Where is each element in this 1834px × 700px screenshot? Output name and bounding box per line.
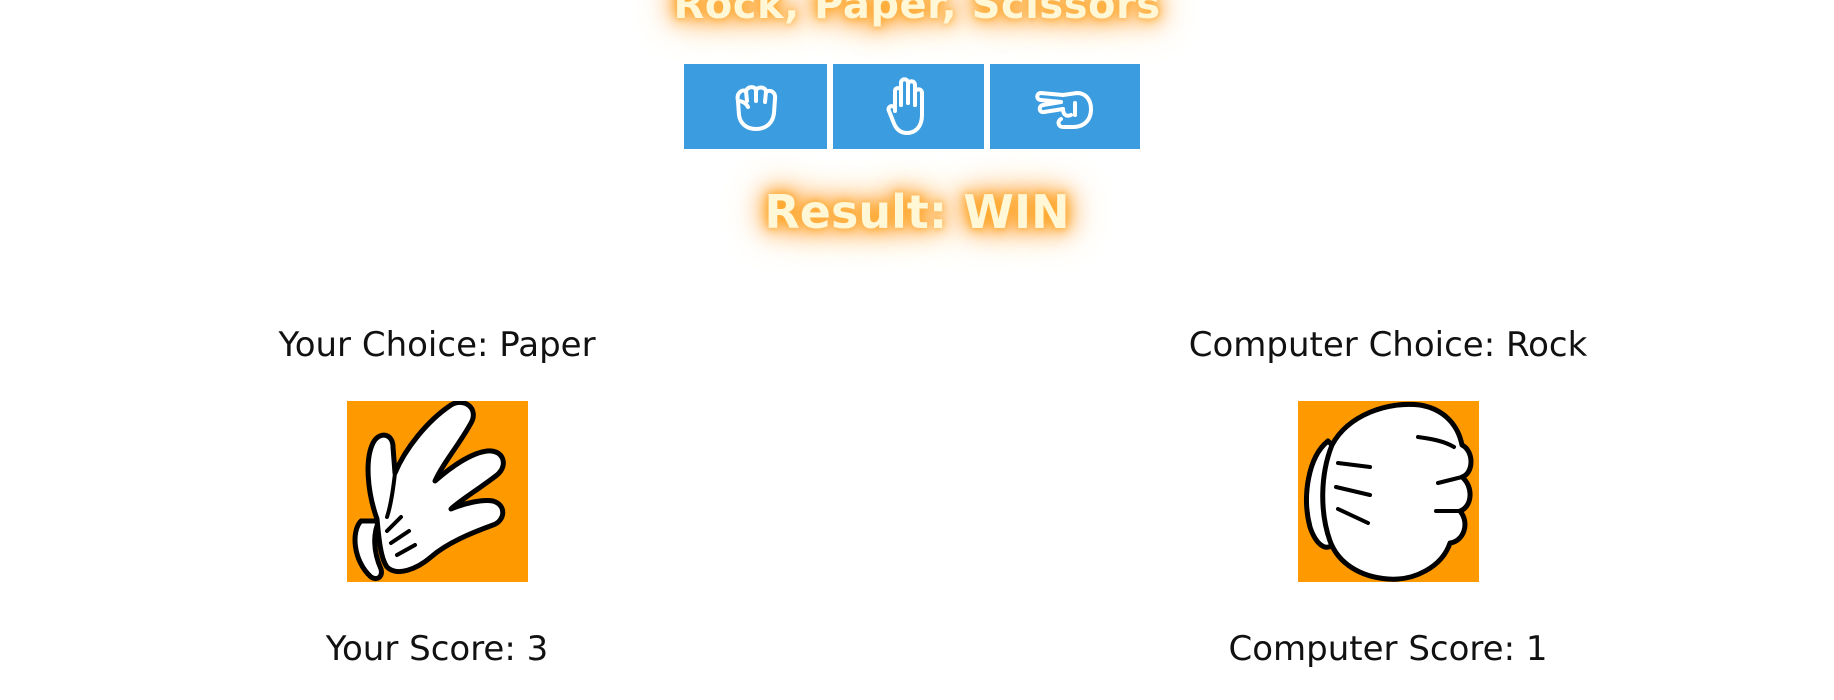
scissors-button[interactable]	[990, 64, 1140, 149]
scissors-hand-icon	[1035, 90, 1093, 129]
paper-hand-icon	[352, 401, 506, 582]
computer-score: Computer Score: 1	[1228, 629, 1548, 669]
player-panel: Your Choice: Paper Your Score: 3	[137, 320, 737, 674]
choice-button-bar	[684, 64, 1140, 149]
computer-choice-label: Computer Choice: Rock	[1188, 325, 1588, 365]
computer-hand-image	[1297, 401, 1479, 582]
paper-button[interactable]	[833, 64, 984, 149]
rock-button[interactable]	[684, 64, 827, 149]
player-choice-label: Your Choice: Paper	[278, 325, 596, 365]
result-text: Result: WIN	[764, 185, 1070, 239]
player-score: Your Score: 3	[325, 629, 549, 669]
page-title: Rock, Paper, Scissors	[673, 0, 1161, 28]
rock-hand-icon	[735, 84, 777, 131]
computer-panel: Computer Choice: Rock Computer Score: 1	[1088, 320, 1688, 674]
rock-hand-icon	[1303, 401, 1473, 582]
player-hand-image	[346, 401, 528, 582]
paper-hand-icon	[886, 76, 924, 135]
